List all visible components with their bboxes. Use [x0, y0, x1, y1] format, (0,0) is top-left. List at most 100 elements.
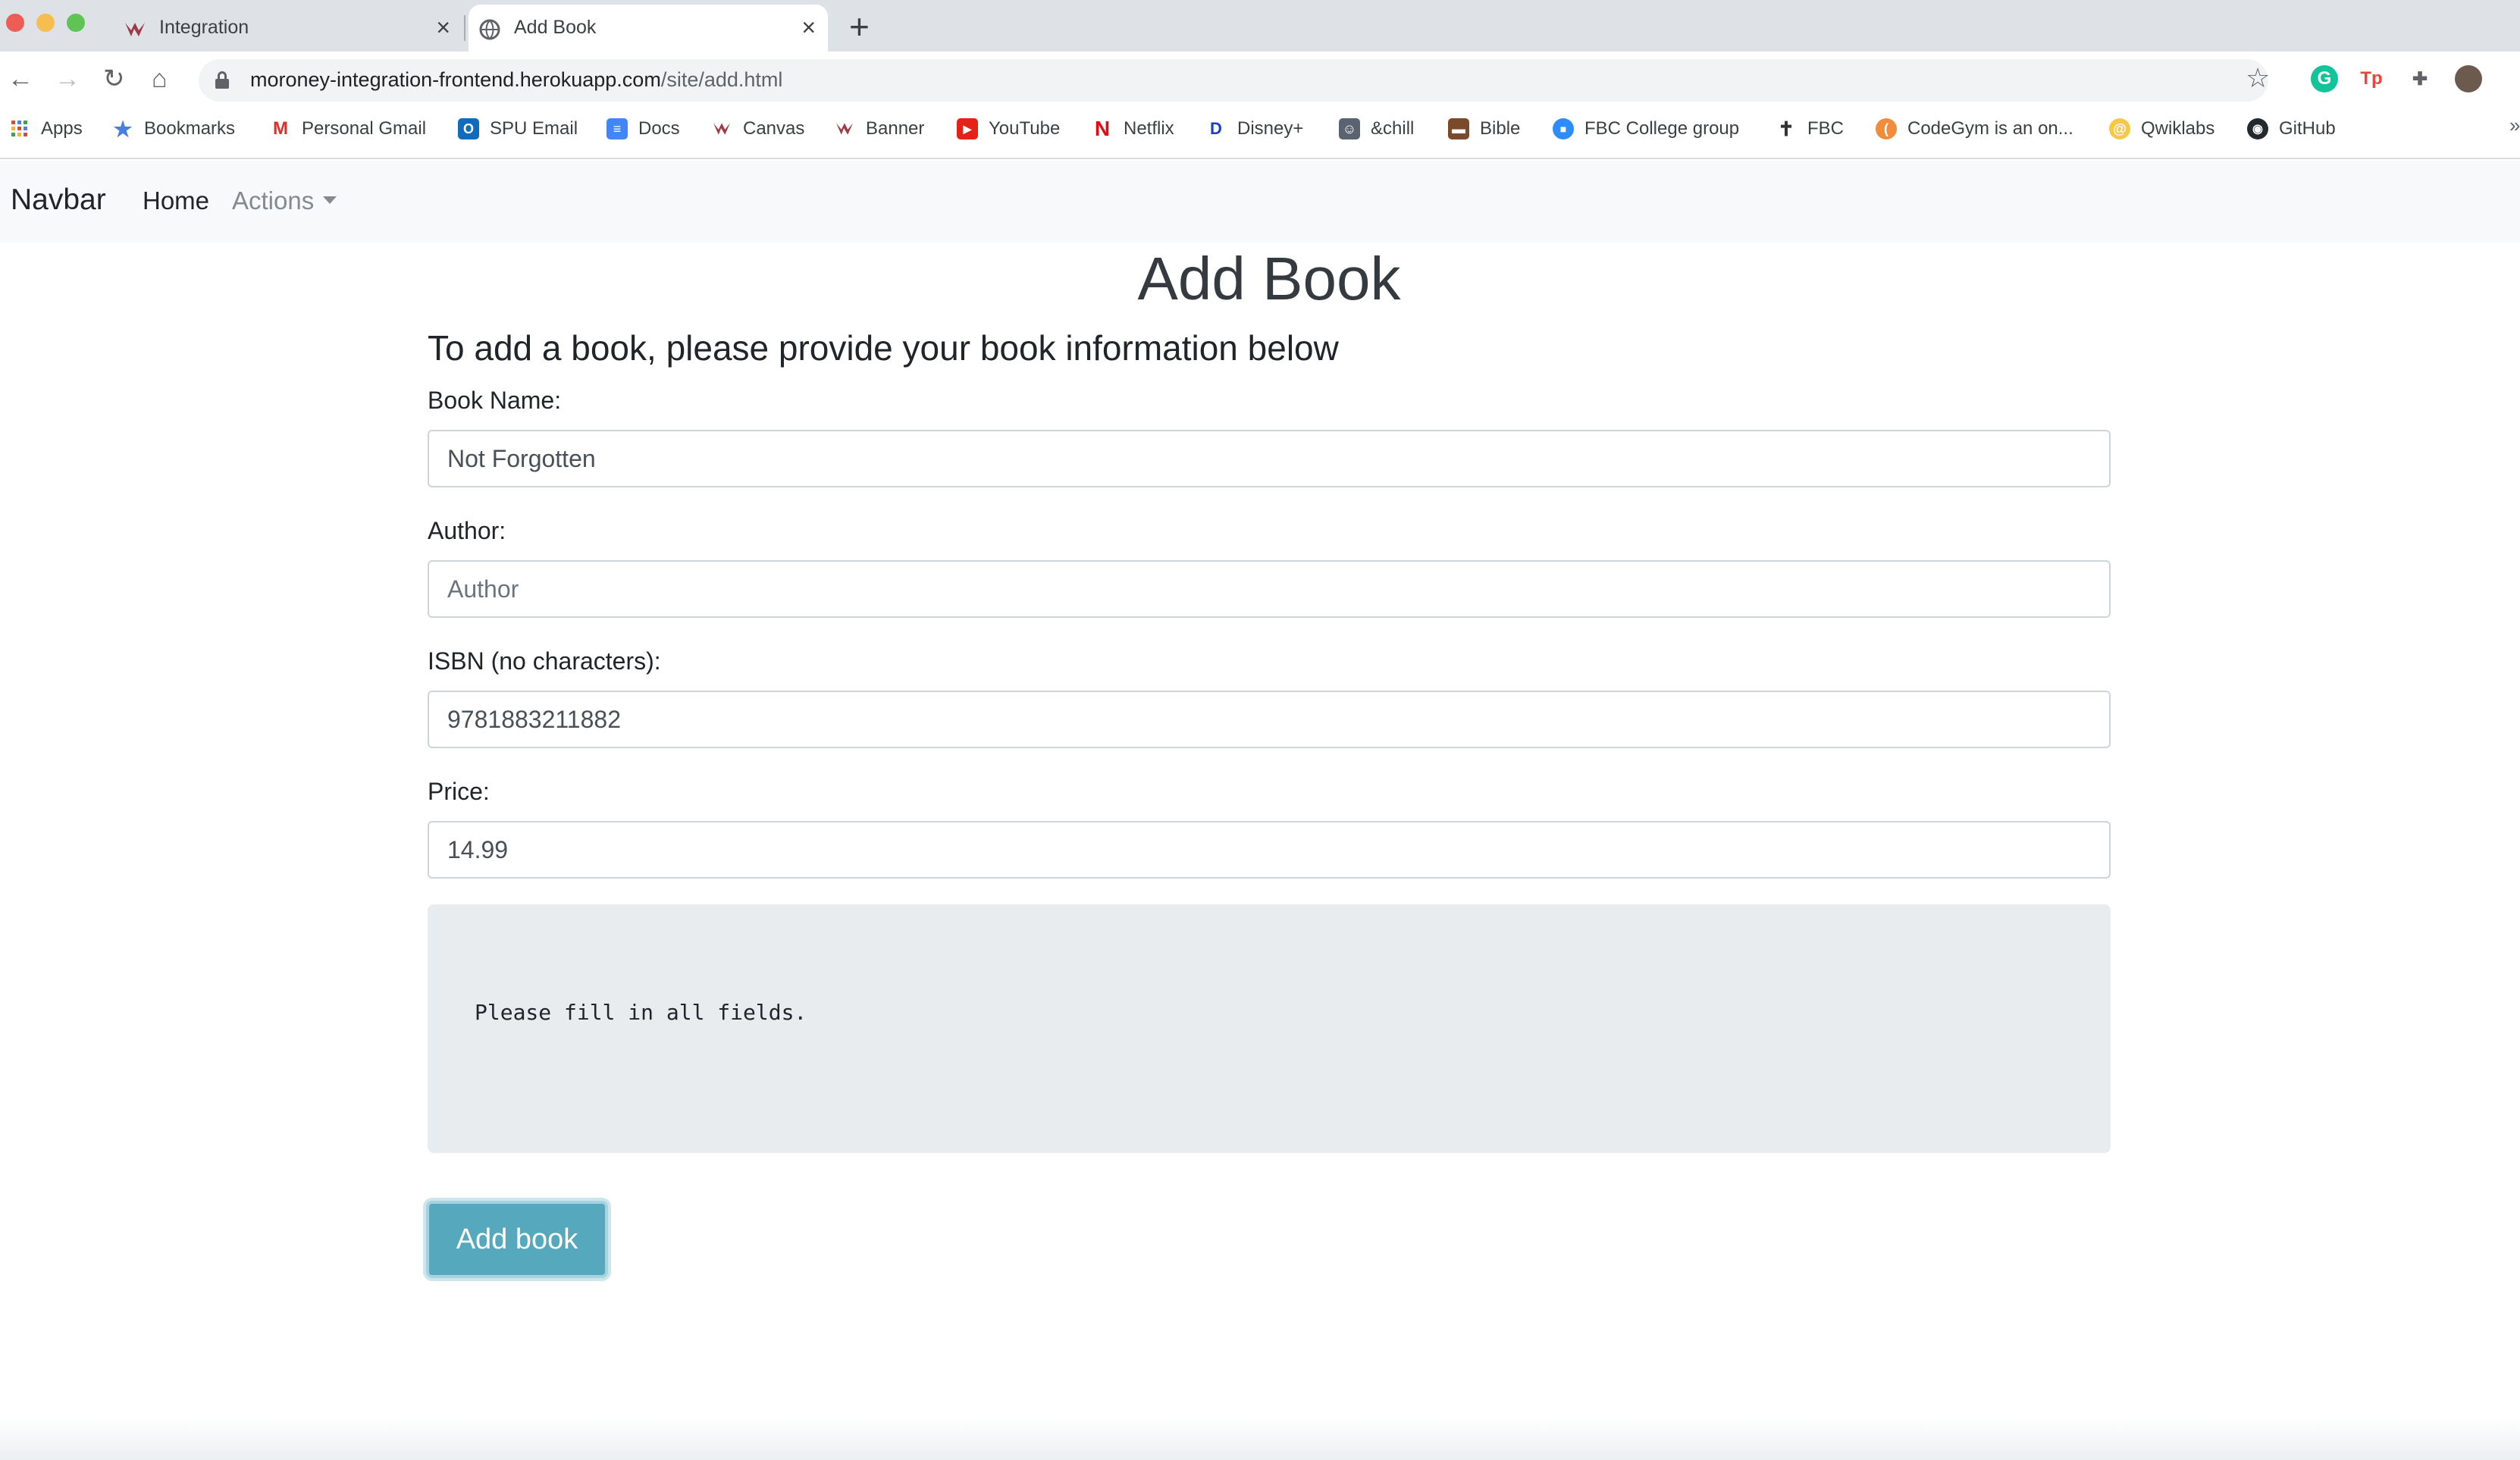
price-input[interactable]	[428, 821, 2111, 879]
apps-grid-icon	[9, 118, 30, 139]
bookmark-fbc-college-group[interactable]: ■ FBC College group	[1553, 114, 1739, 144]
netflix-icon: N	[1094, 117, 1111, 140]
bookmark-bible[interactable]: ▬ Bible	[1448, 114, 1520, 144]
tp-icon[interactable]: Tp	[2358, 65, 2385, 92]
bookmark-label: Qwiklabs	[2141, 118, 2215, 139]
banner-icon	[834, 118, 855, 139]
author-label: Author:	[428, 517, 506, 544]
site-navbar: Navbar Home Actions	[0, 161, 2520, 243]
bookmark-label: Netflix	[1124, 118, 1174, 139]
bookmark-apps[interactable]: Apps	[9, 114, 83, 144]
page-title: Add Book	[1137, 245, 1401, 312]
star-icon: ★	[113, 117, 133, 141]
author-input[interactable]	[428, 560, 2111, 618]
bookmark-label: SPU Email	[490, 118, 578, 139]
window-close-button[interactable]	[6, 14, 24, 32]
gmail-icon: M	[273, 118, 288, 139]
add-book-button[interactable]: Add book	[426, 1201, 608, 1278]
new-tab-button[interactable]: +	[849, 8, 870, 45]
bookmark-star-icon[interactable]: ☆	[2246, 62, 2270, 94]
page-bottom-shadow	[0, 1418, 2520, 1460]
bible-icon: ▬	[1448, 118, 1469, 139]
canvas-icon	[711, 118, 732, 139]
caret-down-icon	[323, 196, 337, 205]
tab-divider	[464, 15, 465, 41]
tab-title: Add Book	[514, 17, 597, 38]
nav-dropdown-label: Actions	[232, 186, 315, 215]
bookmark-qwiklabs[interactable]: @ Qwiklabs	[2109, 114, 2214, 144]
isbn-input[interactable]	[428, 691, 2111, 748]
navbar-brand[interactable]: Navbar	[11, 183, 106, 217]
isbn-label: ISBN (no characters):	[428, 647, 661, 675]
zoom-icon: ■	[1553, 118, 1574, 139]
browser-menu-icon[interactable]: ⋮	[2512, 64, 2520, 96]
youtube-icon: ▶	[957, 118, 978, 139]
bookmark-spu-email[interactable]: O SPU Email	[458, 114, 578, 144]
bookmark-label: Personal Gmail	[302, 118, 427, 139]
disney-icon: D	[1210, 119, 1222, 138]
bookmark-label: FBC College group	[1584, 118, 1740, 139]
profile-avatar[interactable]	[2455, 65, 2482, 92]
forward-icon[interactable]: →	[55, 64, 80, 94]
reload-icon[interactable]: ↻	[103, 64, 125, 94]
chill-icon: ☺	[1339, 118, 1360, 139]
bookmark-canvas[interactable]: Canvas	[711, 114, 804, 144]
bookmark-label: &chill	[1371, 118, 1415, 139]
browser-tab-integration[interactable]: Integration ×	[114, 5, 462, 52]
github-icon: ◉	[2247, 118, 2268, 139]
bookmark-github[interactable]: ◉ GitHub	[2247, 114, 2336, 144]
browser-tab-add-book[interactable]: Add Book ×	[469, 5, 828, 52]
browser-tab-strip: Integration × Add Book × +	[0, 0, 2520, 52]
bookmark-label: Banner	[866, 118, 925, 139]
codegym-icon: (	[1876, 118, 1897, 139]
url-text[interactable]: moroney-integration-frontend.herokuapp.c…	[250, 68, 782, 92]
bookmark-label: Canvas	[743, 118, 805, 139]
grammarly-icon[interactable]: G	[2311, 65, 2338, 92]
bookmark-netflix[interactable]: N Netflix	[1092, 114, 1174, 144]
bookmark-bookmarks[interactable]: ★ Bookmarks	[112, 114, 235, 144]
globe-icon	[478, 18, 502, 41]
validation-message-box: Please fill in all fields.	[428, 904, 2111, 1153]
book-name-input[interactable]	[428, 430, 2111, 487]
bookmark-chill[interactable]: ☺ &chill	[1339, 114, 1414, 144]
book-name-label: Book Name:	[428, 387, 562, 414]
docs-icon: ≡	[606, 118, 628, 139]
bookmark-codegym[interactable]: ( CodeGym is an on...	[1876, 114, 2073, 144]
fbc-icon: ✝	[1778, 117, 1794, 140]
price-label: Price:	[428, 778, 490, 805]
bookmark-label: GitHub	[2279, 118, 2336, 139]
address-bar[interactable]: moroney-integration-frontend.herokuapp.c…	[199, 59, 2268, 102]
page-subtitle: To add a book, please provide your book …	[428, 328, 1339, 368]
outlook-icon: O	[458, 118, 479, 139]
bookmark-label: Docs	[638, 118, 680, 139]
lock-icon[interactable]	[215, 71, 229, 89]
bookmark-docs[interactable]: ≡ Docs	[606, 114, 680, 144]
bookmark-label: YouTube	[989, 118, 1061, 139]
validation-message: Please fill in all fields.	[475, 1000, 807, 1025]
puzzle-icon[interactable]: ✚	[2406, 65, 2434, 92]
bookmark-label: Bookmarks	[144, 118, 236, 139]
bookmark-label: Disney+	[1237, 118, 1304, 139]
qwiklabs-icon: @	[2109, 118, 2130, 139]
bookmark-label: Apps	[41, 118, 83, 139]
home-icon[interactable]: ⌂	[152, 64, 168, 94]
close-icon[interactable]: ×	[436, 14, 450, 42]
tab-title: Integration	[159, 17, 249, 38]
bookmark-youtube[interactable]: ▶ YouTube	[957, 114, 1060, 144]
bookmark-fbc[interactable]: ✝ FBC	[1776, 114, 1844, 144]
close-icon[interactable]: ×	[801, 14, 816, 42]
bookmarks-overflow-button[interactable]: »	[2509, 114, 2520, 137]
bookmark-banner[interactable]: Banner	[834, 114, 924, 144]
bookmark-label: FBC	[1807, 118, 1844, 139]
bookmarks-bar: Apps ★ Bookmarks M Personal Gmail O SPU …	[0, 114, 2520, 144]
bookmark-label: Bible	[1480, 118, 1521, 139]
bookmark-personal-gmail[interactable]: M Personal Gmail	[270, 114, 426, 144]
window-minimize-button[interactable]	[36, 14, 55, 32]
bookmark-disney-plus[interactable]: D Disney+	[1205, 114, 1303, 144]
nav-link-home[interactable]: Home	[143, 186, 209, 215]
bookmark-label: CodeGym is an on...	[1907, 118, 2073, 139]
nav-dropdown-actions[interactable]: Actions	[232, 186, 337, 215]
back-icon[interactable]: ←	[8, 64, 33, 94]
window-zoom-button[interactable]	[67, 14, 85, 32]
canvas-icon	[123, 18, 147, 41]
